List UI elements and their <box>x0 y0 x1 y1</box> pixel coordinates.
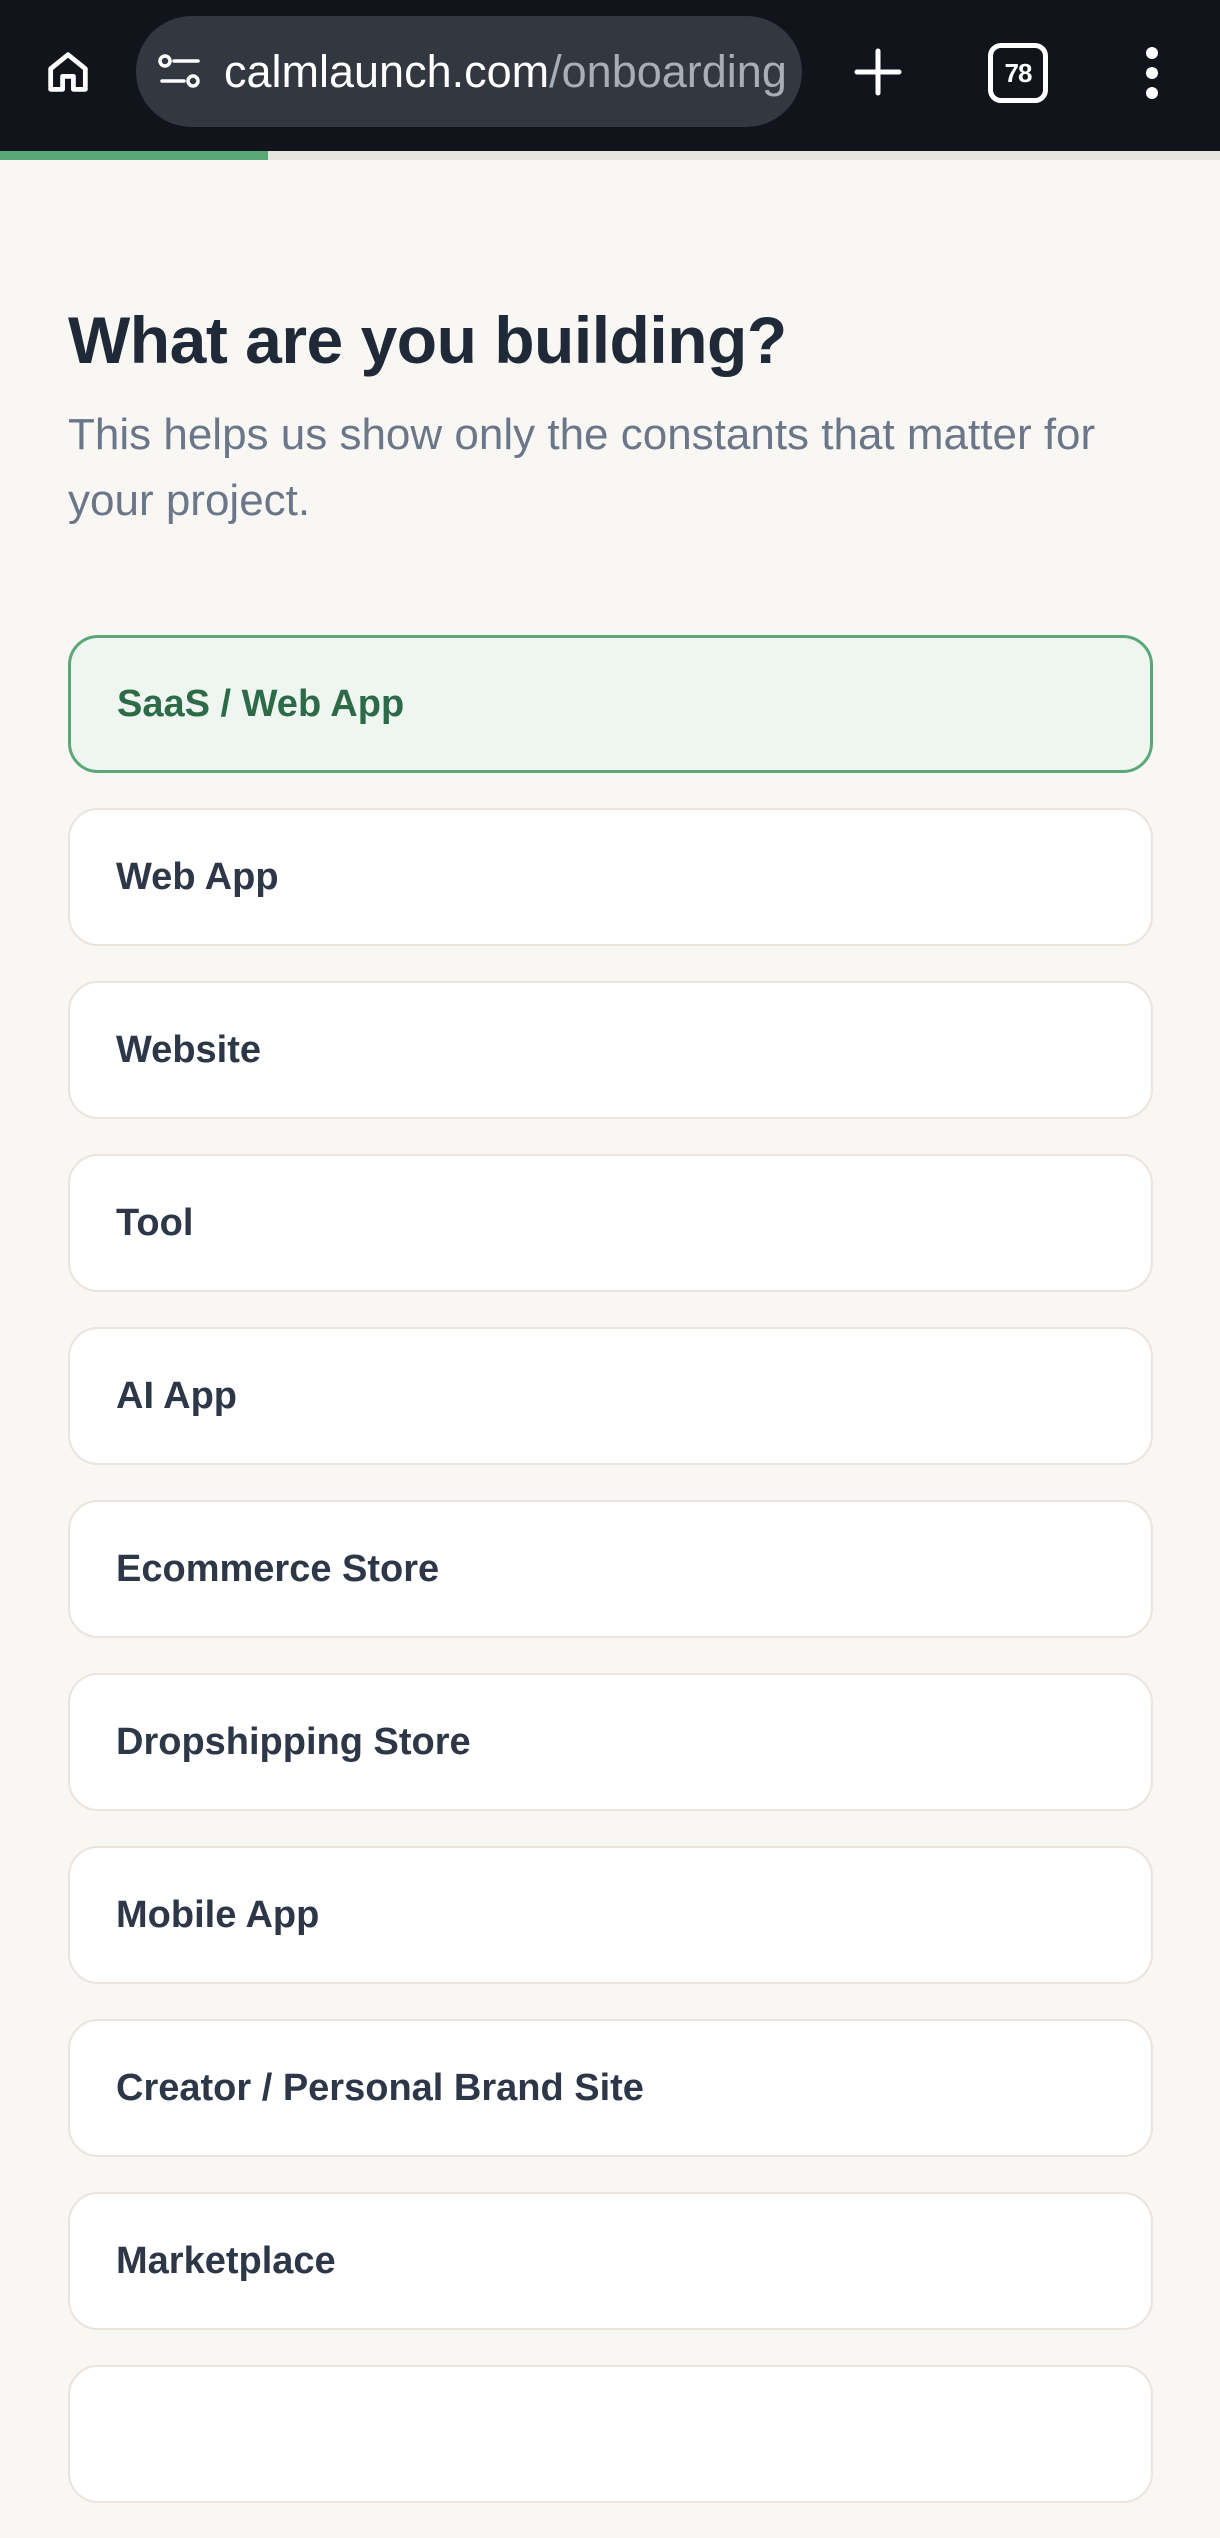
option-tool[interactable]: Tool <box>68 1154 1153 1292</box>
onboarding-progress-bar <box>0 151 1220 160</box>
option-marketplace[interactable]: Marketplace <box>68 2192 1153 2330</box>
plus-icon <box>854 48 902 96</box>
browser-menu-button[interactable] <box>1132 40 1172 106</box>
project-type-options: SaaS / Web App Web App Website Tool AI A… <box>68 635 1153 2538</box>
option-partially-visible[interactable] <box>68 2365 1153 2503</box>
url-path: /onboarding <box>549 46 784 97</box>
option-dropshipping-store[interactable]: Dropshipping Store <box>68 1673 1153 1811</box>
option-saas-web-app[interactable]: SaaS / Web App <box>68 635 1153 773</box>
new-tab-button[interactable] <box>848 40 908 104</box>
option-mobile-app[interactable]: Mobile App <box>68 1846 1153 1984</box>
onboarding-progress-fill <box>0 151 269 160</box>
tab-count: 78 <box>1004 57 1033 88</box>
onboarding-header: What are you building? This helps us sho… <box>68 290 1153 534</box>
home-button[interactable] <box>38 38 98 106</box>
url-text[interactable]: calmlaunch.com/onboarding <box>224 16 784 127</box>
option-label: Creator / Personal Brand Site <box>116 2066 644 2109</box>
url-host: calmlaunch.com <box>224 46 550 97</box>
home-icon <box>48 52 88 92</box>
option-label: Tool <box>116 1201 194 1244</box>
option-label: SaaS / Web App <box>117 682 405 725</box>
page-subtitle: This helps us show only the constants th… <box>68 410 1096 525</box>
option-label: Web App <box>116 855 279 898</box>
browser-toolbar: calmlaunch.com/onboarding 78 <box>0 0 1220 151</box>
kebab-menu-icon <box>1146 47 1158 99</box>
site-settings-icon[interactable] <box>156 52 204 92</box>
option-website[interactable]: Website <box>68 981 1153 1119</box>
option-label: Website <box>116 1028 262 1071</box>
option-creator-personal-brand-site[interactable]: Creator / Personal Brand Site <box>68 2019 1153 2157</box>
option-web-app[interactable]: Web App <box>68 808 1153 946</box>
tab-switcher-button[interactable]: 78 <box>988 43 1048 103</box>
address-bar[interactable]: calmlaunch.com/onboarding <box>136 16 802 127</box>
page-title: What are you building? <box>68 303 787 377</box>
option-label: Dropshipping Store <box>116 1720 471 1763</box>
option-label: Marketplace <box>116 2239 336 2282</box>
option-ecommerce-store[interactable]: Ecommerce Store <box>68 1500 1153 1638</box>
option-label: Ecommerce Store <box>116 1547 440 1590</box>
option-label: AI App <box>116 1374 238 1417</box>
option-label: Mobile App <box>116 1893 320 1936</box>
option-ai-app[interactable]: AI App <box>68 1327 1153 1465</box>
